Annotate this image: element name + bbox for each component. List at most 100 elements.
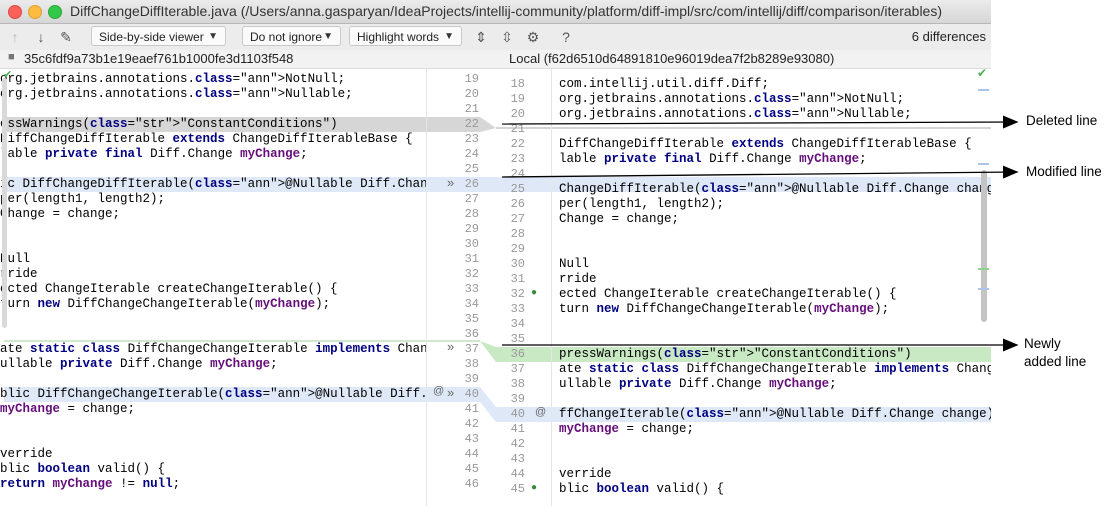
- minimize-window-button[interactable]: [28, 5, 42, 19]
- window-title: DiffChangeDiffIterable.java (/Users/anna…: [70, 3, 942, 19]
- diff-window: DiffChangeDiffIterable.java (/Users/anna…: [0, 0, 991, 506]
- help-icon[interactable]: ?: [557, 28, 575, 46]
- line-number: 37: [510, 362, 525, 376]
- title-bar: DiffChangeDiffIterable.java (/Users/anna…: [0, 0, 991, 24]
- right-revision-label: Local (f62d6510d64891810e96019dea7f2b828…: [509, 51, 835, 66]
- code-line: per(length1, length2);: [559, 197, 725, 211]
- line-number: 37: [464, 342, 479, 356]
- line-number: 35: [464, 312, 479, 326]
- line-number: 30: [464, 237, 479, 251]
- line-number: 43: [464, 432, 479, 446]
- zoom-window-button[interactable]: [48, 5, 62, 19]
- modified-line-callout: Modified line: [1026, 164, 1102, 179]
- settings-gear-icon[interactable]: ⚙: [524, 28, 542, 46]
- line-number: 38: [510, 377, 525, 391]
- line-number: 23: [464, 132, 479, 146]
- code-line: org.jetbrains.annotations.class="ann">Nu…: [0, 87, 353, 101]
- line-number: 44: [464, 447, 479, 461]
- line-number: 32: [510, 287, 525, 301]
- code-line: ic DiffChangeDiffIterable(class="ann">@N…: [0, 177, 426, 191]
- code-line: return myChange != null;: [0, 477, 181, 491]
- line-number: 20: [464, 87, 479, 101]
- chevron-down-icon: ▼: [444, 31, 454, 42]
- code-line: Null: [559, 257, 590, 271]
- edit-source-icon[interactable]: ✎: [57, 28, 75, 46]
- code-line: lable private final Diff.Change myChange…: [0, 147, 308, 161]
- line-number: 42: [464, 417, 479, 431]
- line-number: 45: [510, 482, 525, 496]
- line-number: 27: [510, 212, 525, 226]
- whitespace-mode-value: Do not ignore: [250, 30, 323, 44]
- code-line: DiffChangeDiffIterable extends ChangeDif…: [0, 132, 413, 146]
- left-scrollbar[interactable]: [2, 78, 7, 328]
- line-number: 36: [464, 327, 479, 341]
- line-number: 25: [510, 182, 525, 196]
- code-line: blic boolean valid() {: [559, 482, 725, 496]
- line-number: 36: [510, 347, 525, 361]
- viewer-mode-select[interactable]: Side-by-side viewer ▼: [91, 26, 226, 46]
- apply-change-icon[interactable]: »: [447, 339, 454, 354]
- line-number: 44: [510, 467, 525, 481]
- code-line: turn new DiffChangeChangeIterable(myChan…: [0, 297, 331, 311]
- synchronize-scrolling-icon[interactable]: ⇳: [498, 28, 516, 46]
- right-editor[interactable]: com.intellij.util.diff.Diff; org.jetbrain…: [551, 69, 991, 506]
- left-editor[interactable]: org.jetbrains.annotations.class="ann">No…: [0, 69, 426, 506]
- code-line: ChangeDiffIterable(class="ann">@Nullable…: [559, 182, 991, 196]
- apply-change-icon[interactable]: »: [447, 175, 454, 190]
- lock-icon: ■: [8, 51, 15, 63]
- code-line: pressWarnings(class="str">"ConstantCondi…: [559, 347, 912, 361]
- code-line: org.jetbrains.annotations.class="ann">No…: [0, 72, 346, 86]
- line-number: 43: [510, 452, 525, 466]
- line-number: 45: [464, 462, 479, 476]
- line-number: 18: [510, 77, 525, 91]
- line-number: 33: [510, 302, 525, 316]
- code-line: ullable private Diff.Change myChange;: [0, 357, 278, 371]
- line-number: 41: [464, 402, 479, 416]
- line-number: 29: [510, 242, 525, 256]
- line-number: 19: [464, 72, 479, 86]
- code-line: blic DiffChangeChangeIterable(class="ann…: [0, 387, 426, 401]
- line-number: 19: [510, 92, 525, 106]
- code-line: verride: [0, 447, 53, 461]
- code-line: essWarnings(class="str">"ConstantConditi…: [0, 117, 338, 131]
- override-marker-icon: ●: [531, 482, 538, 493]
- right-stripe-mark: [978, 268, 989, 270]
- line-number: 39: [464, 372, 479, 386]
- code-line: turn new DiffChangeChangeIterable(myChan…: [559, 302, 890, 316]
- code-line: myChange = change;: [0, 402, 136, 416]
- line-number: 31: [464, 252, 479, 266]
- right-scrollbar[interactable]: [981, 170, 987, 322]
- code-line: per(length1, length2);: [0, 192, 166, 206]
- deleted-line-callout: Deleted line: [1026, 113, 1098, 128]
- left-revision-label: 35c6fdf9a73b1e19eaef761b1000fe3d1103f548: [24, 51, 294, 66]
- whitespace-mode-select[interactable]: Do not ignore ▼: [242, 26, 341, 46]
- chevron-down-icon: ▼: [208, 31, 218, 42]
- collapse-unchanged-icon[interactable]: ⇕: [472, 28, 490, 46]
- line-number: 32: [464, 267, 479, 281]
- line-number: 21: [464, 102, 479, 116]
- line-number: 39: [510, 392, 525, 406]
- at-sign-icon: @: [535, 406, 547, 418]
- code-line: myChange = change;: [559, 422, 695, 436]
- line-number: 23: [510, 152, 525, 166]
- highlight-mode-value: Highlight words: [357, 30, 440, 44]
- line-number: 20: [510, 107, 525, 121]
- code-line: ected ChangeIterable createChangeIterabl…: [559, 287, 897, 301]
- close-window-button[interactable]: [8, 5, 22, 19]
- code-line: org.jetbrains.annotations.class="ann">Nu…: [559, 107, 912, 121]
- line-number: 26: [464, 177, 479, 191]
- added-line-callout-2: added line: [1024, 354, 1087, 369]
- previous-difference-icon[interactable]: ↑: [6, 28, 24, 46]
- added-line-callout-1: Newly: [1024, 336, 1061, 351]
- line-number: 29: [464, 222, 479, 236]
- line-number: 40: [464, 387, 479, 401]
- line-number: 25: [464, 162, 479, 176]
- line-number: 30: [510, 257, 525, 271]
- code-line: blic boolean valid() {: [0, 462, 166, 476]
- code-line: DiffChangeDiffIterable extends ChangeDif…: [559, 137, 972, 151]
- next-difference-icon[interactable]: ↓: [32, 28, 50, 46]
- line-number: 46: [464, 477, 479, 491]
- apply-change-icon[interactable]: »: [447, 385, 454, 400]
- code-line: org.jetbrains.annotations.class="ann">No…: [559, 92, 905, 106]
- highlight-mode-select[interactable]: Highlight words ▼: [349, 26, 462, 46]
